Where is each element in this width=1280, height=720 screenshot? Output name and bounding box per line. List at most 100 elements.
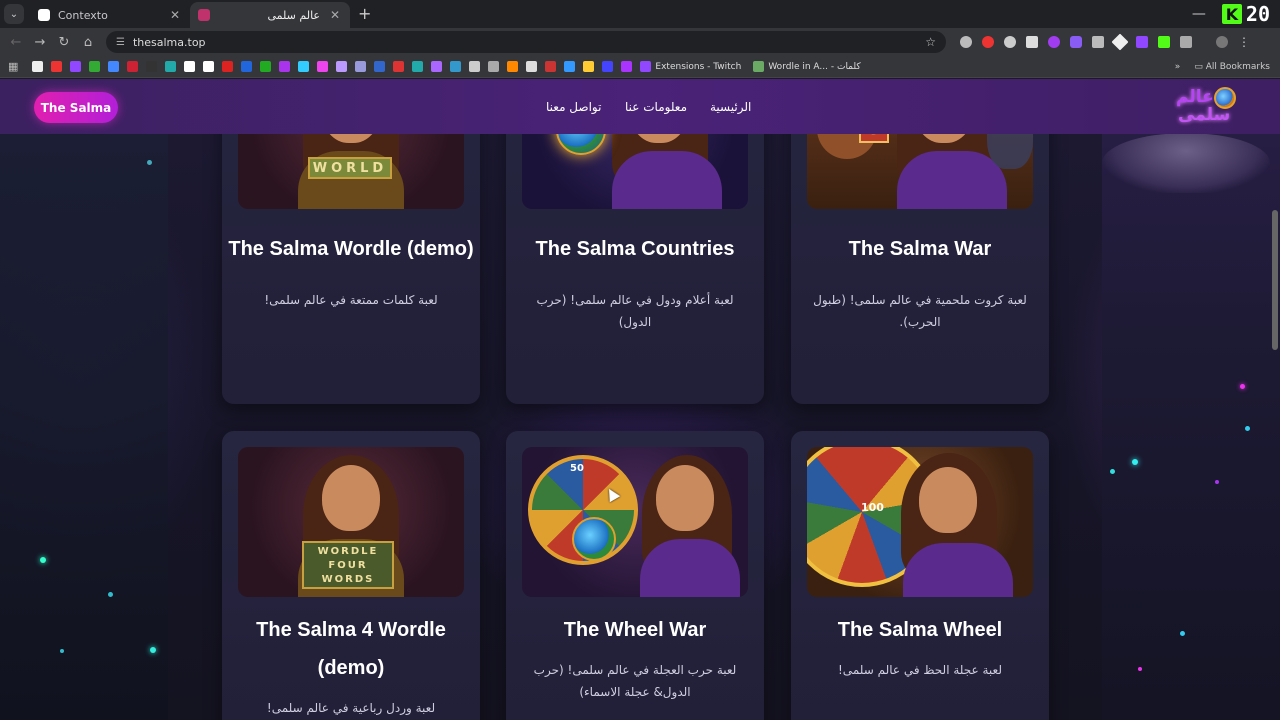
kick-logo-icon: K <box>1221 4 1242 24</box>
more-bookmarks-chevron-icon[interactable]: » <box>1175 62 1181 72</box>
game-card-wheel-war[interactable]: 50 The Wheel War لعبة حرب العجلة في عالم… <box>506 431 764 720</box>
address-bar[interactable]: ☰ thesalma.top ☆ <box>106 31 946 53</box>
bookmark-twitch-extensions[interactable]: Extensions - Twitch <box>640 61 741 72</box>
bookmark-favicon-icon[interactable] <box>260 61 272 72</box>
bookmark-favicon-icon[interactable] <box>374 61 386 72</box>
bookmark-favicon-icon[interactable] <box>146 61 158 72</box>
bookmark-favicon-icon[interactable] <box>507 61 519 72</box>
bookmark-favicon-icon[interactable] <box>602 61 614 72</box>
bookmark-favicon-icon[interactable] <box>431 61 443 72</box>
extension-icon[interactable] <box>1004 36 1016 48</box>
extension-icon[interactable] <box>982 36 994 48</box>
mute-icon[interactable] <box>1092 36 1104 48</box>
game-description: لعبة وردل رباعية في عالم سلمى! <box>266 701 436 715</box>
sparkle-dot <box>1180 631 1185 636</box>
bookmark-favicon-icon[interactable] <box>51 61 63 72</box>
profile-avatar[interactable] <box>1216 36 1228 48</box>
game-description: لعبة عجلة الحظ في عالم سلمى! <box>838 663 1002 677</box>
extension-icon[interactable] <box>1158 36 1170 48</box>
bookmark-favicon-icon[interactable] <box>127 61 139 72</box>
page-viewport: The Salma الرئيسية معلومات عنا تواصل معن… <box>0 79 1280 720</box>
bookmark-favicon-icon[interactable] <box>545 61 557 72</box>
game-title: The Salma Countries <box>535 238 735 260</box>
game-title: The Salma War <box>848 238 992 260</box>
site-navbar: The Salma الرئيسية معلومات عنا تواصل معن… <box>0 79 1280 134</box>
nav-home-link[interactable]: الرئيسية <box>710 100 751 114</box>
planet-decoration <box>1102 133 1270 193</box>
bookmark-favicon-icon[interactable] <box>222 61 234 72</box>
bookmark-favicon-icon[interactable] <box>32 61 44 72</box>
tab-title: عالم سلمى <box>267 8 320 22</box>
game-description: لعبة كروت ملحمية في عالم سلمى! (طبول الح… <box>813 293 1027 329</box>
bookmark-favicon-icon[interactable] <box>621 61 633 72</box>
game-card-wheel[interactable]: 100 The Salma Wheel لعبة عجلة الحظ في عا… <box>791 431 1049 720</box>
new-tab-button[interactable]: + <box>358 4 371 23</box>
bookmark-favicon-icon[interactable] <box>469 61 481 72</box>
bookmark-favicon-icon[interactable] <box>108 61 120 72</box>
tab-contexto[interactable]: Contexto ✕ <box>30 2 190 28</box>
bookmark-wordle-arabic[interactable]: Wordle in A... - كلمات <box>753 61 861 72</box>
forward-arrow-icon[interactable]: → <box>28 35 52 50</box>
tab-search-icon[interactable]: ⌄ <box>4 4 24 24</box>
reload-icon[interactable]: ↻ <box>52 35 76 50</box>
close-tab-icon[interactable]: ✕ <box>168 8 182 22</box>
extension-icon[interactable] <box>1048 36 1060 48</box>
close-tab-icon[interactable]: ✕ <box>328 8 342 22</box>
bookmark-favicon-icon[interactable] <box>279 61 291 72</box>
bookmark-favicon-icon[interactable] <box>564 61 576 72</box>
site-logo[interactable]: عالم سلمى <box>1176 87 1238 127</box>
bookmark-favicon-icon[interactable] <box>165 61 177 72</box>
site-info-icon[interactable]: ☰ <box>116 37 125 48</box>
shield-icon[interactable] <box>1026 36 1038 48</box>
menu-kebab-icon[interactable]: ⋮ <box>1238 35 1250 49</box>
bookmark-favicon-icon[interactable] <box>583 61 595 72</box>
browser-tab-strip: ⌄ Contexto ✕ عالم سلمى ✕ + — K 20 <box>0 0 1280 28</box>
address-toolbar: ← → ↻ ⌂ ☰ thesalma.top ☆ ⋮ <box>0 28 1280 56</box>
bookmark-favicon-icon[interactable] <box>184 61 196 72</box>
game-description: لعبة كلمات ممتعة في عالم سلمى! <box>264 293 438 307</box>
sparkle-dot <box>60 649 64 653</box>
twitch-icon[interactable] <box>1136 36 1148 48</box>
brand-button[interactable]: The Salma <box>34 92 118 123</box>
kick-counter: 20 <box>1245 2 1270 26</box>
tab-salma[interactable]: عالم سلمى ✕ <box>190 2 350 28</box>
nav-contact-link[interactable]: تواصل معنا <box>546 100 601 114</box>
sparkle-dot <box>40 557 46 563</box>
tab-title: Contexto <box>58 8 108 22</box>
game-thumbnail: 50 <box>522 447 748 597</box>
bookmark-favicon-icon[interactable] <box>336 61 348 72</box>
minimize-icon[interactable]: — <box>1192 6 1206 22</box>
bookmark-favicon-icon[interactable] <box>393 61 405 72</box>
game-title: The Salma Wheel <box>837 619 1003 641</box>
game-title: The Salma 4 Wordle (demo) <box>256 619 446 679</box>
back-arrow-icon[interactable]: ← <box>4 35 28 50</box>
home-icon[interactable]: ⌂ <box>76 35 100 50</box>
bookmark-favicon-icon[interactable] <box>412 61 424 72</box>
game-title: The Wheel War <box>563 619 707 641</box>
game-card-4-wordle[interactable]: WORDLE FOUR WORDS The Salma 4 Wordle (de… <box>222 431 480 720</box>
extension-icon[interactable] <box>1070 36 1082 48</box>
bookmark-favicon-icon[interactable] <box>203 61 215 72</box>
page-scrollbar[interactable] <box>1272 210 1278 350</box>
apps-grid-icon[interactable]: ▦ <box>8 60 18 73</box>
game-thumbnail: 100 <box>807 447 1033 597</box>
bookmark-favicon-icon[interactable] <box>241 61 253 72</box>
game-description: لعبة أعلام ودول في عالم سلمى! (حرب الدول… <box>536 293 734 329</box>
extension-icon[interactable] <box>960 36 972 48</box>
bookmark-favicon-icon[interactable] <box>89 61 101 72</box>
bookmark-favicon-icon[interactable] <box>355 61 367 72</box>
tile-word: WORLD <box>308 157 392 179</box>
bookmark-favicon-icon[interactable] <box>298 61 310 72</box>
extension-icon[interactable] <box>1111 33 1129 51</box>
bookmark-star-icon[interactable]: ☆ <box>925 35 936 49</box>
sparkle-dot <box>1215 480 1219 484</box>
bookmark-favicon-icon[interactable] <box>70 61 82 72</box>
bookmark-favicon-icon[interactable] <box>488 61 500 72</box>
sparkle-dot <box>1110 469 1115 474</box>
bookmark-favicon-icon[interactable] <box>450 61 462 72</box>
bookmark-favicon-icon[interactable] <box>526 61 538 72</box>
puzzle-icon[interactable] <box>1180 36 1192 48</box>
bookmark-favicon-icon[interactable] <box>317 61 329 72</box>
nav-about-link[interactable]: معلومات عنا <box>625 100 687 114</box>
all-bookmarks-folder[interactable]: ▭ All Bookmarks <box>1194 62 1270 72</box>
